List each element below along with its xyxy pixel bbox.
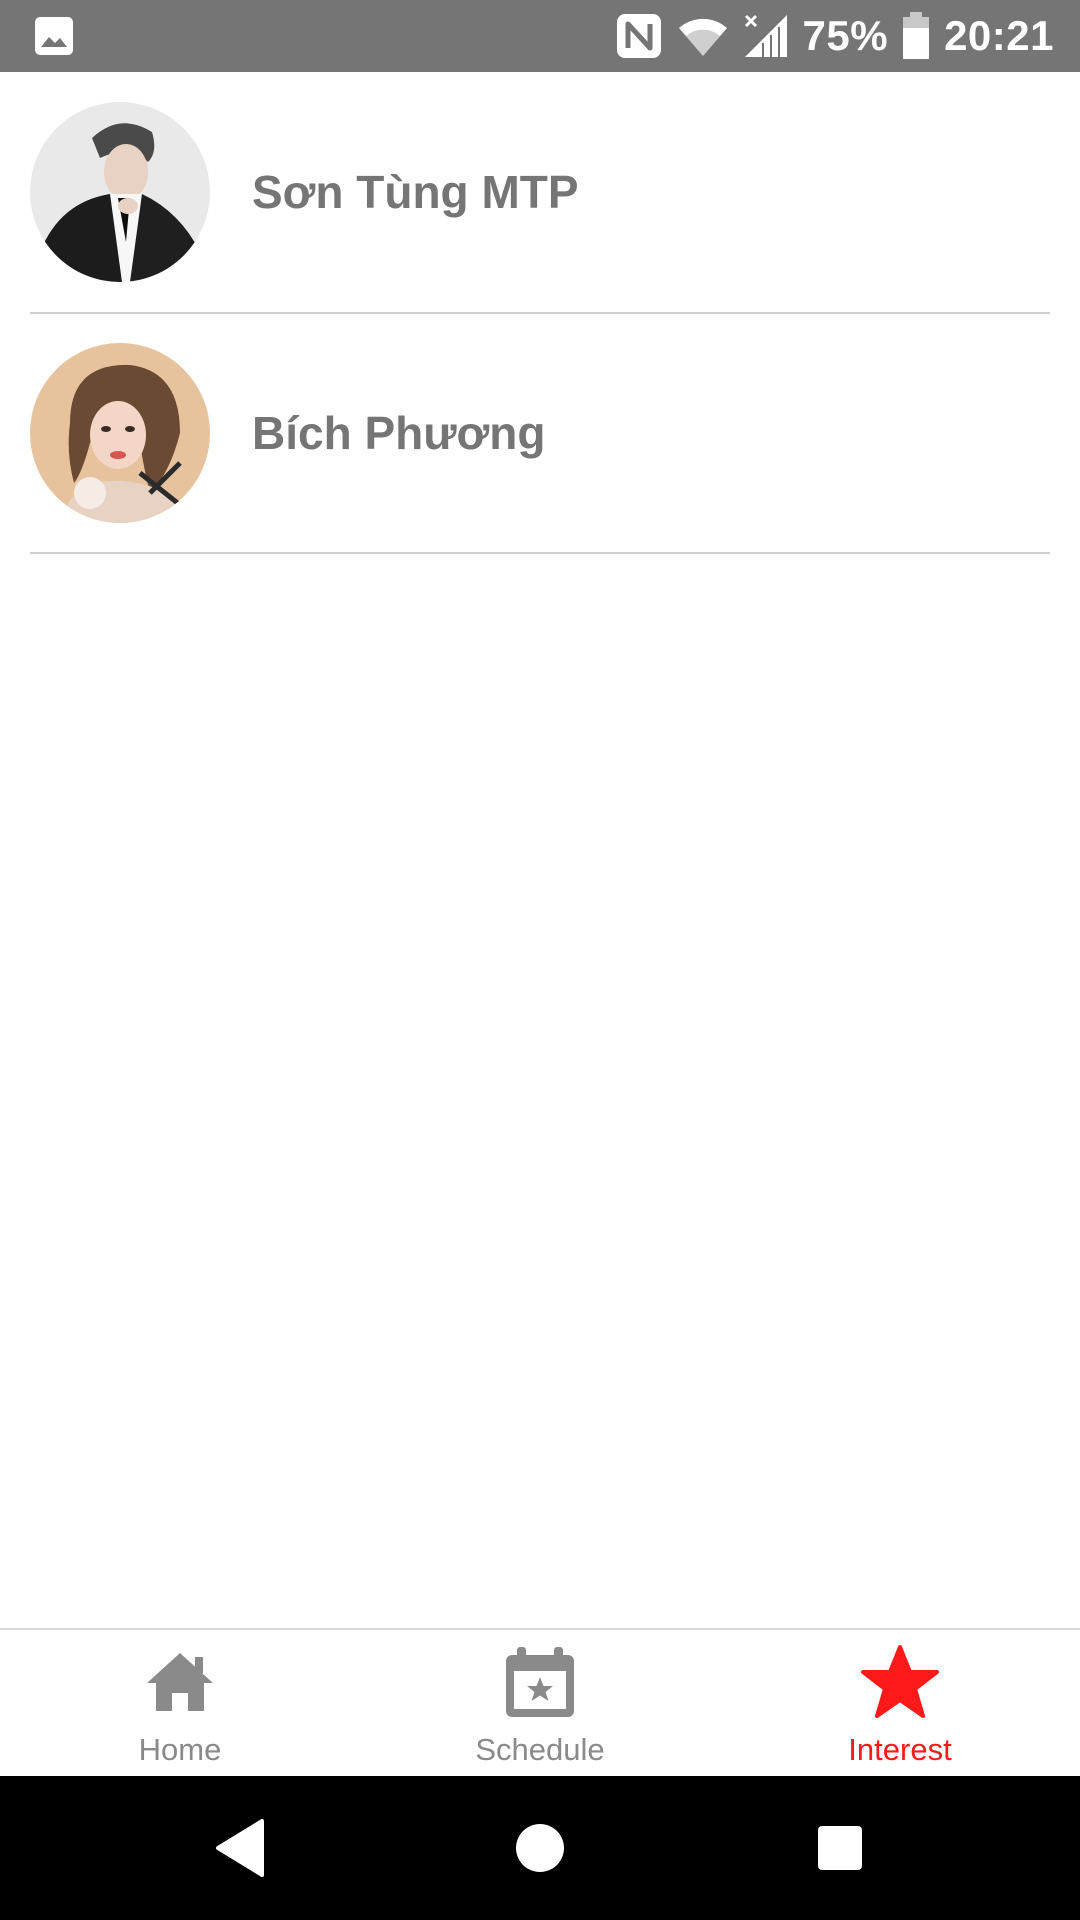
- signal-icon: [743, 13, 789, 59]
- tab-label-interest: Interest: [848, 1732, 952, 1767]
- avatar: [30, 102, 210, 282]
- tab-schedule[interactable]: Schedule: [360, 1630, 720, 1776]
- tab-label-schedule: Schedule: [475, 1732, 605, 1767]
- battery-percent: 75%: [802, 12, 889, 59]
- interest-list: Sơn Tùng MTP Bích Phương: [0, 72, 1080, 554]
- tab-home[interactable]: Home: [0, 1630, 360, 1776]
- star-icon: [860, 1642, 940, 1722]
- artist-name: Bích Phương: [252, 407, 546, 459]
- system-nav-bar: [0, 1776, 1080, 1920]
- avatar: [30, 343, 210, 523]
- image-notification-icon: [34, 16, 74, 61]
- clock: 20:21: [944, 12, 1054, 59]
- list-item[interactable]: Sơn Tùng MTP: [30, 72, 1050, 314]
- list-item[interactable]: Bích Phương: [30, 314, 1050, 554]
- home-icon: [145, 1642, 215, 1722]
- recents-icon[interactable]: [780, 1776, 900, 1920]
- home-circle-icon[interactable]: [480, 1776, 600, 1920]
- bottom-tab-bar: Home Schedule Interest: [0, 1628, 1080, 1776]
- calendar-star-icon: [503, 1642, 577, 1722]
- status-bar: 75% 20:21: [0, 0, 1080, 72]
- status-icons: 75% 20:21: [615, 0, 1054, 72]
- artist-name: Sơn Tùng MTP: [252, 166, 579, 218]
- tab-label-home: Home: [138, 1732, 222, 1767]
- battery-icon: [902, 12, 930, 60]
- back-icon[interactable]: [180, 1776, 300, 1920]
- wifi-icon: [677, 14, 729, 58]
- tab-interest[interactable]: Interest: [720, 1630, 1080, 1776]
- nfc-icon: [615, 12, 663, 60]
